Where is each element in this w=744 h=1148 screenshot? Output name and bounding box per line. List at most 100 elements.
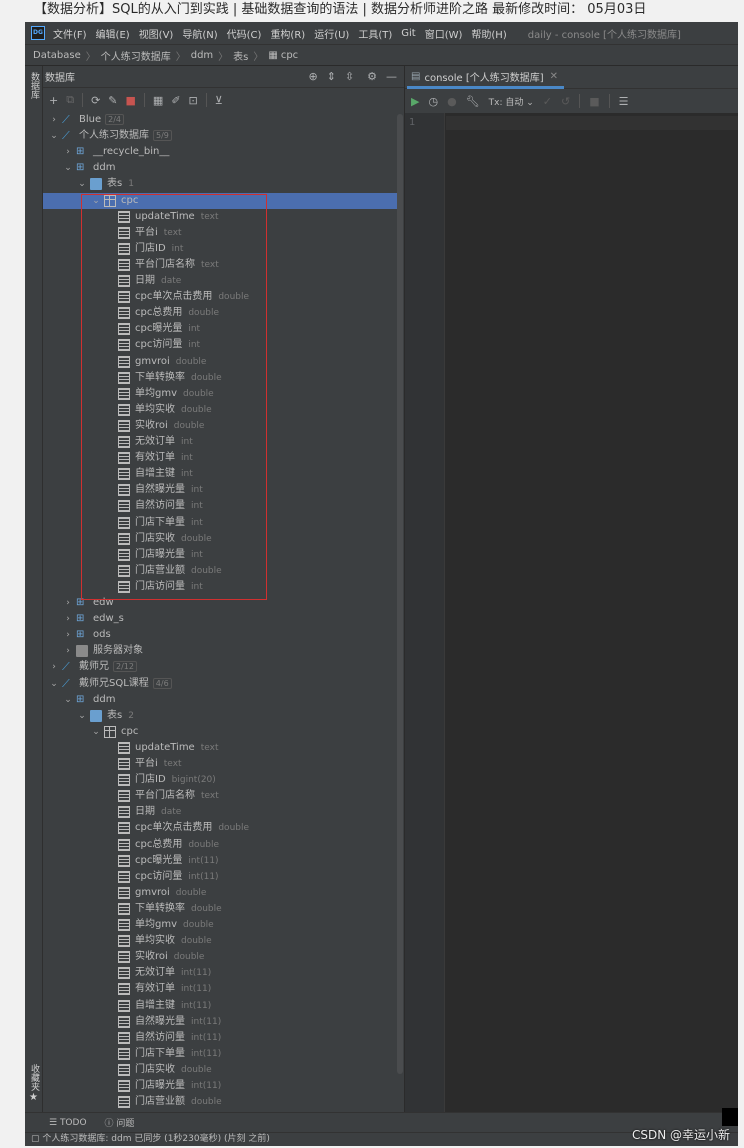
copy-icon[interactable]: ⧉	[66, 93, 74, 107]
column-item[interactable]: cpc单次点击费用 double	[43, 820, 403, 836]
menu-navigate[interactable]: 导航(N)	[182, 26, 217, 41]
column-item[interactable]: 门店实收 double	[43, 1062, 403, 1078]
tab-todo[interactable]: ☰ TODO	[49, 1118, 87, 1128]
add-icon[interactable]: +	[49, 94, 58, 107]
stop-icon[interactable]: ■	[589, 95, 599, 108]
tree-item-schema[interactable]: ⌄ ⊞ ddm	[43, 692, 403, 708]
tree-item-schema[interactable]: › ⊞ ods	[43, 627, 403, 643]
tree-item-datasource[interactable]: ⌄ ⟋ 个人练习数据库 5/9	[43, 128, 403, 144]
rollback-icon[interactable]: ↺	[561, 95, 570, 108]
tree-item-folder[interactable]: ⌄ 表s 1	[43, 176, 403, 192]
column-item[interactable]: 门店营业额 double	[43, 1094, 403, 1110]
tree-item-datasource[interactable]: › ⟋ Blue 2/4	[43, 112, 403, 128]
commit-icon[interactable]: ✓	[543, 95, 552, 108]
chevron-right-icon[interactable]: ›	[63, 144, 73, 160]
chevron-right-icon[interactable]: ›	[49, 112, 59, 128]
output-layout-icon[interactable]: ☰	[619, 95, 629, 108]
column-item[interactable]: cpc曝光量 int(11)	[43, 853, 403, 869]
column-item[interactable]: cpc访问量 int(11)	[43, 869, 403, 885]
tree-item-folder[interactable]: ⌄ 表s 2	[43, 708, 403, 724]
chevron-right-icon[interactable]: ›	[63, 627, 73, 643]
collapse-all-icon[interactable]: ⇳	[345, 70, 354, 83]
column-item[interactable]: 自然曝光量 int(11)	[43, 1014, 403, 1030]
column-item[interactable]: 自增主键 int(11)	[43, 998, 403, 1014]
column-item[interactable]: 单均gmv double	[43, 917, 403, 933]
menu-code[interactable]: 代码(C)	[227, 26, 262, 41]
chevron-right-icon[interactable]: ›	[63, 643, 73, 659]
chevron-right-icon[interactable]: ›	[63, 611, 73, 627]
refresh-icon[interactable]: ⟳	[91, 94, 100, 107]
column-item[interactable]: 下单转换率 double	[43, 901, 403, 917]
star-icon[interactable]: ★	[29, 1092, 38, 1103]
record-icon[interactable]: ●	[447, 95, 457, 108]
breadcrumb-table[interactable]: cpc	[281, 50, 298, 61]
column-item[interactable]: 自然访问量 int(11)	[43, 1030, 403, 1046]
chevron-down-icon[interactable]: ⌄	[77, 708, 87, 724]
tree-item-server[interactable]: › 服务器对象	[43, 643, 403, 659]
column-item[interactable]: 平台i text	[43, 756, 403, 772]
gear-icon[interactable]: ⚙	[367, 70, 377, 83]
column-item[interactable]: 单均实收 double	[43, 933, 403, 949]
chevron-down-icon[interactable]: ⌄	[63, 692, 73, 708]
sql-editor-input[interactable]	[446, 116, 738, 130]
menu-tools[interactable]: 工具(T)	[358, 26, 392, 41]
close-icon[interactable]: ✕	[550, 71, 558, 82]
column-item[interactable]: 门店下单量 int(11)	[43, 1046, 403, 1062]
menu-window[interactable]: 窗口(W)	[425, 26, 463, 41]
tree-item-schema[interactable]: › ⊞ edw_s	[43, 611, 403, 627]
column-item[interactable]: 日期 date	[43, 804, 403, 820]
menu-file[interactable]: 文件(F)	[53, 26, 87, 41]
tree-item-table[interactable]: ⌄ cpc	[43, 724, 403, 740]
chevron-right-icon[interactable]: ›	[49, 659, 59, 675]
tree-item-schema[interactable]: ⌄ ⊞ ddm	[43, 160, 403, 176]
menu-refactor[interactable]: 重构(R)	[270, 26, 305, 41]
run-icon[interactable]: ▶	[411, 95, 419, 108]
divider	[143, 93, 145, 107]
jump-to-console-icon[interactable]: ⊡	[189, 94, 198, 107]
filter-icon[interactable]: ⊻	[215, 94, 223, 107]
tab-problems[interactable]: ⓘ 问题	[105, 1116, 135, 1129]
breadcrumb-datasource[interactable]: 个人练习数据库	[101, 48, 171, 63]
chevron-down-icon[interactable]: ⌄	[77, 176, 87, 192]
column-item[interactable]: 门店ID bigint(20)	[43, 772, 403, 788]
chevron-down-icon[interactable]: ⌄	[49, 128, 59, 144]
crosshair-icon[interactable]: ⊕	[308, 70, 317, 83]
tree-item-datasource[interactable]: › ⟋ 戴师兄 2/12	[43, 659, 403, 675]
wrench-icon[interactable]: 🔧︎	[466, 95, 480, 108]
chevron-down-icon[interactable]: ⌄	[49, 676, 59, 692]
tree-item-datasource[interactable]: ⌄ ⟋ 戴师兄SQL课程 4/6	[43, 676, 403, 692]
chevron-down-icon[interactable]: ⌄	[63, 160, 73, 176]
tab-database[interactable]: 数据库	[27, 72, 41, 99]
breadcrumb-database[interactable]: Database	[33, 50, 81, 61]
column-item[interactable]: 门店曝光量 int(11)	[43, 1078, 403, 1094]
tree-scrollbar[interactable]	[397, 114, 403, 1074]
table-view-icon[interactable]: ▦	[153, 94, 163, 107]
menu-run[interactable]: 运行(U)	[314, 26, 349, 41]
menu-help[interactable]: 帮助(H)	[471, 26, 506, 41]
expand-all-icon[interactable]: ⇕	[327, 70, 336, 83]
column-item[interactable]: gmvroi double	[43, 885, 403, 901]
column-item[interactable]: cpc总费用 double	[43, 837, 403, 853]
stop-icon[interactable]: ■	[126, 94, 136, 107]
edit-icon[interactable]: ✐	[171, 94, 180, 107]
tab-console[interactable]: ▤ console [个人练习数据库] ✕	[407, 66, 565, 89]
breadcrumb-schema[interactable]: ddm	[191, 50, 213, 61]
properties-icon[interactable]: ✎	[108, 94, 117, 107]
column-item[interactable]: 无效订单 int(11)	[43, 965, 403, 981]
breadcrumb-tables[interactable]: 表s	[233, 48, 248, 63]
menu-edit[interactable]: 编辑(E)	[96, 26, 130, 41]
tree-item-schema[interactable]: › ⊞ __recycle_bin__	[43, 144, 403, 160]
menu-view[interactable]: 视图(V)	[139, 26, 174, 41]
column-item[interactable]: 平台门店名称 text	[43, 788, 403, 804]
transaction-mode-dropdown[interactable]: Tx: 自动 ⌄	[489, 95, 534, 108]
minimize-icon[interactable]: —	[386, 70, 397, 83]
tab-favorites[interactable]: 收藏夹	[27, 1064, 41, 1091]
column-item[interactable]: updateTime text	[43, 740, 403, 756]
chevron-down-icon[interactable]: ⌄	[91, 724, 101, 740]
chevron-right-icon[interactable]: ›	[63, 595, 73, 611]
column-item[interactable]: 有效订单 int(11)	[43, 981, 403, 997]
menu-git[interactable]: Git	[401, 28, 415, 39]
column-item[interactable]: 实收roi double	[43, 949, 403, 965]
editor-toolbar: ▶ ◷ ● 🔧︎ Tx: 自动 ⌄ ✓ ↺ ■ ☰	[405, 89, 738, 113]
history-icon[interactable]: ◷	[428, 95, 438, 108]
